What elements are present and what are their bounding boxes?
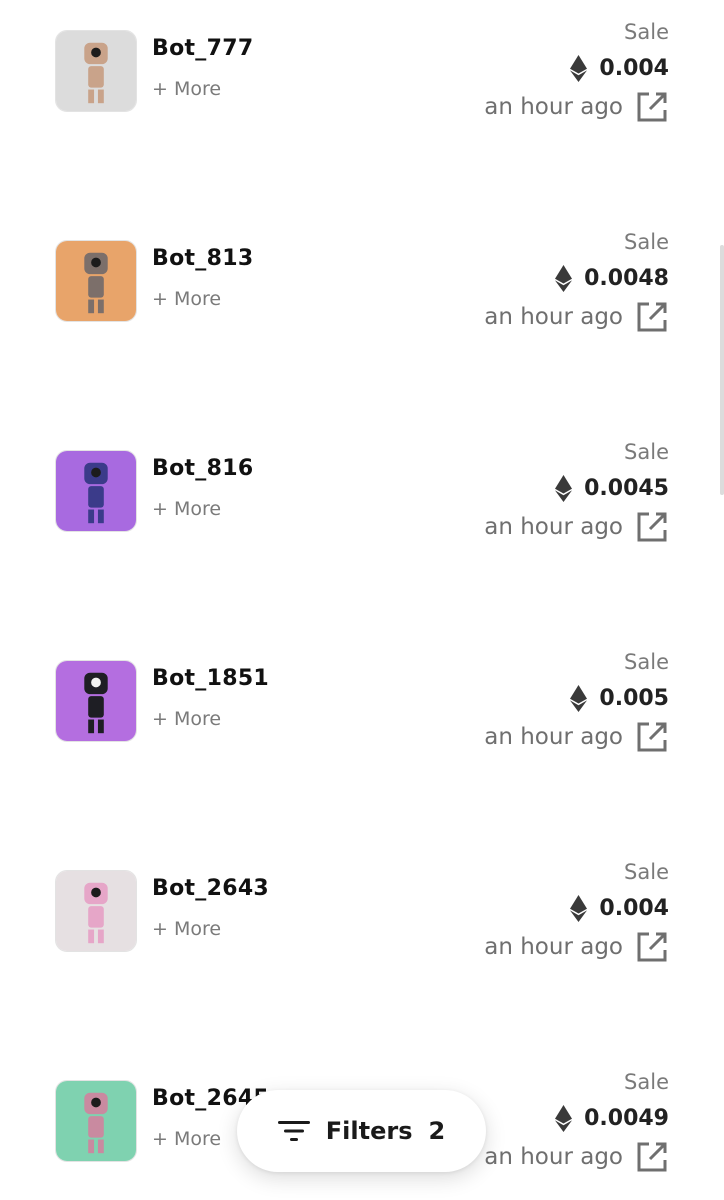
price: 0.005	[570, 685, 669, 712]
time-row: an hour ago	[484, 1140, 669, 1174]
ethereum-icon	[570, 895, 588, 922]
external-link-icon[interactable]	[635, 300, 669, 334]
more-link[interactable]: + More	[152, 78, 221, 100]
price-value: 0.004	[599, 56, 669, 81]
time-ago: an hour ago	[484, 724, 623, 750]
event-type: Sale	[624, 230, 669, 254]
ethereum-icon	[555, 1105, 573, 1132]
more-link[interactable]: + More	[152, 708, 221, 730]
item-name[interactable]: Bot_813	[152, 246, 253, 271]
time-row: an hour ago	[484, 90, 669, 124]
time-ago: an hour ago	[484, 514, 623, 540]
event-type: Sale	[624, 860, 669, 884]
nft-thumbnail[interactable]	[55, 240, 137, 322]
item-name[interactable]: Bot_2643	[152, 876, 269, 901]
nft-thumbnail[interactable]	[55, 1080, 137, 1162]
nft-thumbnail[interactable]	[55, 450, 137, 532]
time-ago: an hour ago	[484, 304, 623, 330]
price-value: 0.005	[599, 686, 669, 711]
more-link[interactable]: + More	[152, 288, 221, 310]
event-type: Sale	[624, 440, 669, 464]
activity-row[interactable]: Bot_2643 + More Sale 0.004 an hour ago	[0, 840, 724, 1050]
item-name[interactable]: Bot_816	[152, 456, 253, 481]
event-type: Sale	[624, 20, 669, 44]
activity-row[interactable]: Bot_1851 + More Sale 0.005 an hour ago	[0, 630, 724, 840]
nft-thumbnail[interactable]	[55, 30, 137, 112]
external-link-icon[interactable]	[635, 930, 669, 964]
price-value: 0.0045	[584, 476, 669, 501]
filters-label: Filters	[325, 1117, 413, 1145]
price-value: 0.0049	[584, 1106, 669, 1131]
nft-thumbnail[interactable]	[55, 660, 137, 742]
time-ago: an hour ago	[484, 94, 623, 120]
external-link-icon[interactable]	[635, 510, 669, 544]
more-link[interactable]: + More	[152, 1128, 221, 1150]
activity-row[interactable]: Bot_813 + More Sale 0.0048 an hour ago	[0, 210, 724, 420]
filter-lines-icon	[277, 1121, 310, 1141]
activity-row[interactable]: Bot_816 + More Sale 0.0045 an hour ago	[0, 420, 724, 630]
activity-row[interactable]: Bot_777 + More Sale 0.004 an hour ago	[0, 0, 724, 210]
item-name[interactable]: Bot_1851	[152, 666, 269, 691]
ethereum-icon	[555, 265, 573, 292]
price: 0.0049	[555, 1105, 669, 1132]
more-link[interactable]: + More	[152, 498, 221, 520]
external-link-icon[interactable]	[635, 1140, 669, 1174]
time-row: an hour ago	[484, 510, 669, 544]
ethereum-icon	[570, 55, 588, 82]
event-type: Sale	[624, 1070, 669, 1094]
price: 0.004	[570, 895, 669, 922]
item-name[interactable]: Bot_777	[152, 36, 253, 61]
nft-thumbnail[interactable]	[55, 870, 137, 952]
time-row: an hour ago	[484, 720, 669, 754]
time-row: an hour ago	[484, 300, 669, 334]
activity-screen: Bot_777 + More Sale 0.004 an hour ago Bo…	[0, 0, 724, 1200]
filters-count: 2	[428, 1117, 446, 1145]
ethereum-icon	[570, 685, 588, 712]
time-row: an hour ago	[484, 930, 669, 964]
event-type: Sale	[624, 650, 669, 674]
price-value: 0.0048	[584, 266, 669, 291]
price: 0.0048	[555, 265, 669, 292]
price: 0.004	[570, 55, 669, 82]
external-link-icon[interactable]	[635, 90, 669, 124]
price: 0.0045	[555, 475, 669, 502]
external-link-icon[interactable]	[635, 720, 669, 754]
time-ago: an hour ago	[484, 934, 623, 960]
price-value: 0.004	[599, 896, 669, 921]
filters-button[interactable]: Filters 2	[237, 1090, 486, 1172]
ethereum-icon	[555, 475, 573, 502]
more-link[interactable]: + More	[152, 918, 221, 940]
time-ago: an hour ago	[484, 1144, 623, 1170]
